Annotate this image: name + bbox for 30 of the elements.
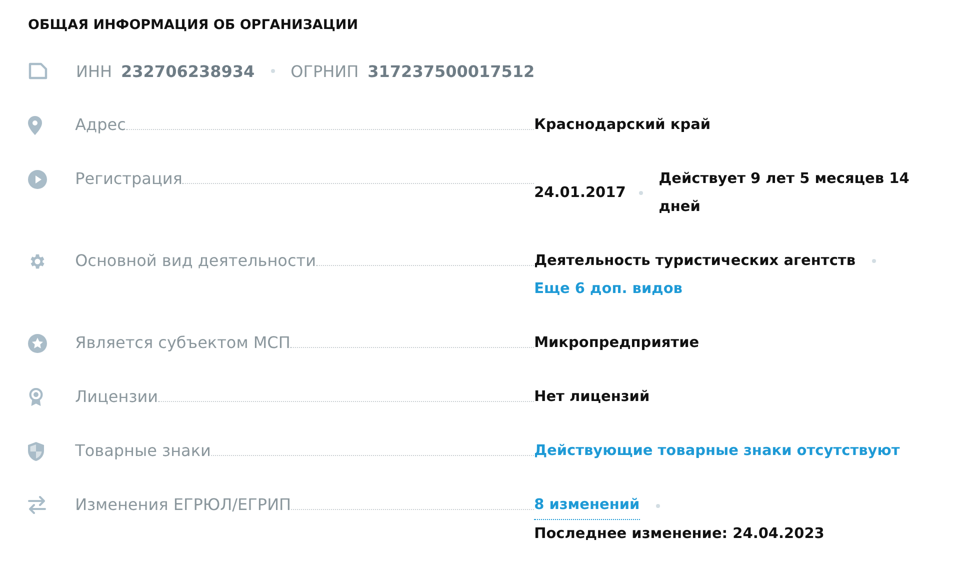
field-label: Адрес — [75, 114, 126, 136]
shield-icon — [28, 442, 44, 460]
play-icon — [28, 170, 47, 188]
id-label: ОГРНИП — [290, 62, 359, 80]
field-label: Регистрация — [75, 168, 182, 190]
field-value: Нет лицензий — [534, 388, 650, 407]
settings-icon — [28, 252, 47, 270]
field-value: Краснодарский край — [534, 116, 711, 135]
field-value: Последнее изменение: 24.04.2023 — [534, 525, 824, 544]
field-value: 24.01.2017 — [534, 184, 623, 203]
field-label: Является субъектом МСП — [75, 332, 290, 354]
field-value: Деятельность туристических агентств — [534, 252, 856, 271]
section-title: ОБЩАЯ ИНФОРМАЦИЯ ОБ ОРГАНИЗАЦИИ — [28, 17, 358, 33]
document-icon — [28, 62, 48, 80]
pin-icon — [28, 116, 42, 134]
id-value: 232706238934 — [121, 62, 255, 80]
link[interactable]: Действующие товарные знаки отсутствуют — [534, 437, 900, 465]
field-label: Товарные знаки — [75, 440, 211, 462]
field-label: Лицензии — [75, 386, 158, 408]
field-value: Действует 9 лет 5 месяцев 14 дней — [658, 170, 910, 217]
swap-arrows-icon — [28, 496, 46, 514]
field-label: Основной вид деятельности — [75, 250, 316, 272]
link[interactable]: Еще 6 доп. видов — [534, 275, 682, 303]
id-label: ИНН — [76, 62, 112, 80]
link[interactable]: 8 изменений — [534, 491, 640, 520]
id-value: 317237500017512 — [368, 62, 535, 80]
field-label: Изменения ЕГРЮЛ/ЕГРИП — [75, 494, 292, 516]
field-value: Микропредприятие — [534, 334, 700, 353]
separator-dot — [270, 69, 275, 73]
badge-icon — [28, 388, 44, 406]
